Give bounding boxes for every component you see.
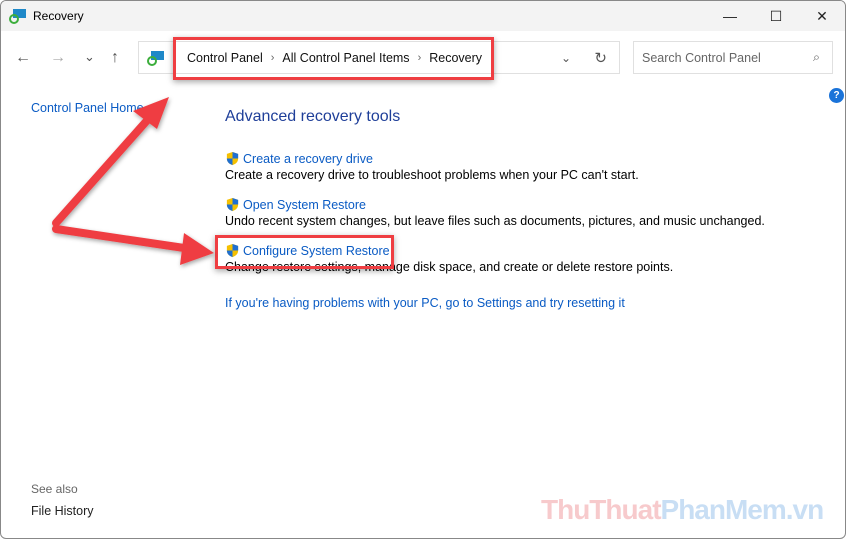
- arrow-to-breadcrumb: [52, 112, 155, 227]
- watermark: ThuThuatPhanMem.vn: [541, 494, 824, 525]
- arrow-to-configure: [52, 225, 195, 253]
- recovery-window: Recovery — ☐ ✕ ← → ⌄ ↑ Control Panel › A…: [0, 0, 846, 539]
- arrowhead-icon: [180, 233, 214, 265]
- annotation-arrows: [52, 97, 214, 265]
